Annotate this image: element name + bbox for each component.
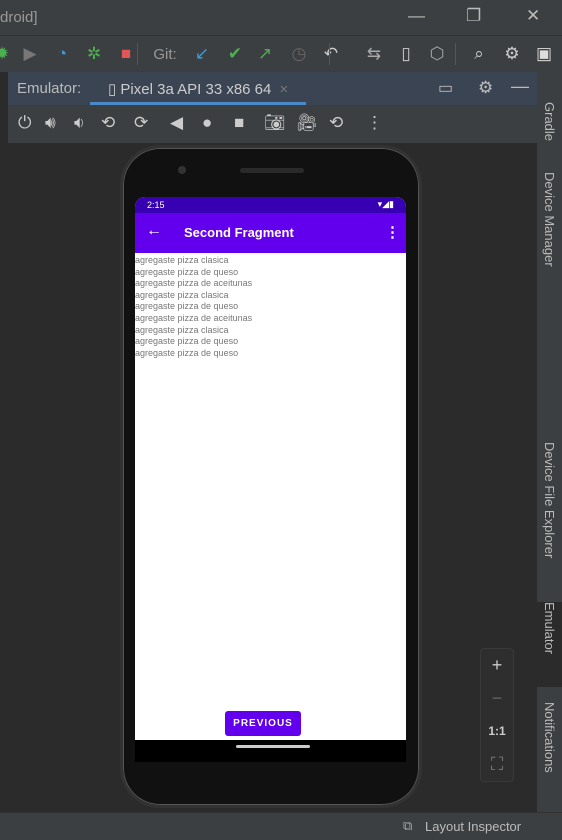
list-item: agregaste pizza de aceitunas (135, 312, 253, 323)
list-item: agregaste pizza de queso (135, 347, 239, 358)
back-icon[interactable]: ◀ (170, 113, 183, 133)
side-tab-emulator[interactable]: Emulator (537, 602, 562, 687)
android-status-bar: 2:15 ▾◢▮ (135, 197, 406, 213)
record-icon[interactable]: 🎥︎ (296, 113, 318, 133)
list-item: agregaste pizza de queso (135, 336, 239, 347)
volume-down-icon[interactable]: 🔉︎ (74, 113, 85, 133)
right-tool-strip: Gradle Device Manager Device File Explor… (537, 72, 562, 812)
volume-up-icon[interactable]: 🔊︎ (45, 113, 56, 133)
side-tab-device-file-explorer[interactable]: Device File Explorer (542, 442, 557, 558)
side-tab-notifications[interactable]: Notifications (542, 702, 557, 773)
previous-button[interactable]: PREVIOUS (225, 711, 301, 736)
power-icon[interactable]: ⏻ (18, 113, 31, 133)
hide-icon[interactable]: — (511, 76, 529, 97)
tab-label: Pixel 3a API 33 x86 64 (120, 81, 272, 98)
git-commit-icon[interactable]: ✔ (223, 36, 247, 72)
rotate-left-icon[interactable]: ⟲ (101, 113, 115, 133)
camera (178, 166, 186, 174)
run-icon[interactable]: ✹ (0, 36, 14, 72)
layout-inspector-icon: ⧉ (403, 818, 413, 833)
git-history-icon[interactable]: ◷ (287, 36, 311, 72)
device-icon: ▯ (108, 81, 121, 98)
tab-device[interactable]: ▯ Pixel 3a API 33 x86 64 × (90, 72, 306, 105)
stop-icon[interactable]: ■ (114, 36, 138, 72)
avatar[interactable]: ▣ (532, 36, 556, 72)
layout-inspector-button[interactable]: Layout Inspector (425, 819, 521, 834)
side-tab-gradle[interactable]: Gradle (542, 102, 557, 141)
side-tab-device-manager[interactable]: Device Manager (542, 172, 557, 267)
emulator-toolbar: ⏻ 🔊︎ 🔉︎ ⟲ ⟳ ◀ ● ■ 📷︎ 🎥︎ ⟲ ⋮ (8, 105, 537, 143)
list-item: agregaste pizza clasica (135, 255, 229, 265)
gesture-handle[interactable] (236, 745, 310, 748)
git-push-icon[interactable]: ↗ (253, 36, 277, 72)
window-mode-icon[interactable]: ▭ (438, 78, 453, 98)
signal-battery-icons: ▾◢▮ (377, 199, 394, 209)
order-list: agregaste pizza clasica agregaste pizza … (135, 255, 252, 359)
attach-icon[interactable]: ▶ (18, 36, 42, 72)
profiler-icon[interactable]: ◔ (50, 36, 74, 72)
tab-close-icon[interactable]: × (280, 81, 289, 98)
rollback-icon[interactable]: ↶ (319, 36, 343, 72)
zoom-in-button[interactable]: + (481, 649, 513, 682)
overflow-menu-icon[interactable]: ⋮ (385, 223, 400, 241)
window-title: droid] (0, 9, 38, 26)
more-icon[interactable]: ⋮ (366, 113, 383, 133)
minimize-button[interactable]: — (408, 6, 425, 26)
speaker (240, 168, 304, 173)
overview-icon[interactable]: ■ (234, 113, 244, 133)
restore-button[interactable]: ❐ (466, 6, 481, 26)
device-manager-icon[interactable]: ▯ (394, 36, 418, 72)
emulator-label: Emulator: (17, 80, 82, 97)
emulator-header: Emulator: ▯ Pixel 3a API 33 x86 64 × ▭ ⚙… (8, 72, 537, 105)
snapshot-icon[interactable]: ⟲ (329, 113, 343, 133)
debug-icon[interactable]: ✲ (82, 36, 106, 72)
zoom-actual-size-button[interactable]: 1:1 (481, 715, 513, 748)
device-screen[interactable]: 2:15 ▾◢▮ ← Second Fragment ⋮ agregaste p… (135, 197, 406, 740)
list-item: agregaste pizza de queso (135, 301, 239, 312)
main-toolbar: ✹ ▶ ◔ ✲ ■ Git: ↙ ✔ ↗ ◷ ↶ ⇆ ▯ ⬡ ⌕ ⚙ ▣ (0, 36, 562, 72)
list-item: agregaste pizza clasica (135, 324, 229, 335)
gradle-sync-icon[interactable]: ⇆ (362, 36, 386, 72)
git-update-icon[interactable]: ↙ (190, 36, 214, 72)
zoom-fit-button[interactable]: ⛶ (481, 748, 513, 781)
rotate-right-icon[interactable]: ⟳ (134, 113, 148, 133)
back-arrow-icon[interactable]: ← (146, 222, 162, 240)
status-time: 2:15 (147, 200, 165, 210)
screenshot-icon[interactable]: 📷︎ (264, 113, 286, 133)
list-item: agregaste pizza clasica (135, 289, 229, 300)
home-icon[interactable]: ● (202, 113, 212, 133)
search-icon[interactable]: ⌕ (467, 36, 491, 72)
git-label: Git: (153, 45, 177, 63)
android-nav-bar (135, 740, 406, 762)
zoom-out-button[interactable]: − (481, 682, 513, 715)
settings-icon[interactable]: ⚙ (500, 36, 524, 72)
page-title: Second Fragment (184, 225, 294, 240)
list-item: agregaste pizza de aceitunas (135, 278, 253, 289)
sdk-manager-icon[interactable]: ⬡ (425, 36, 449, 72)
app-bar: ← Second Fragment ⋮ (135, 213, 406, 253)
status-bar: ⧉ Layout Inspector (0, 812, 562, 840)
zoom-controls: + − 1:1 ⛶ (480, 648, 514, 782)
close-button[interactable]: ✕ (526, 6, 540, 26)
title-bar: droid] — ❐ ✕ (0, 0, 562, 36)
list-item: agregaste pizza de queso (135, 266, 239, 277)
emulator-settings-icon[interactable]: ⚙ (478, 78, 493, 98)
